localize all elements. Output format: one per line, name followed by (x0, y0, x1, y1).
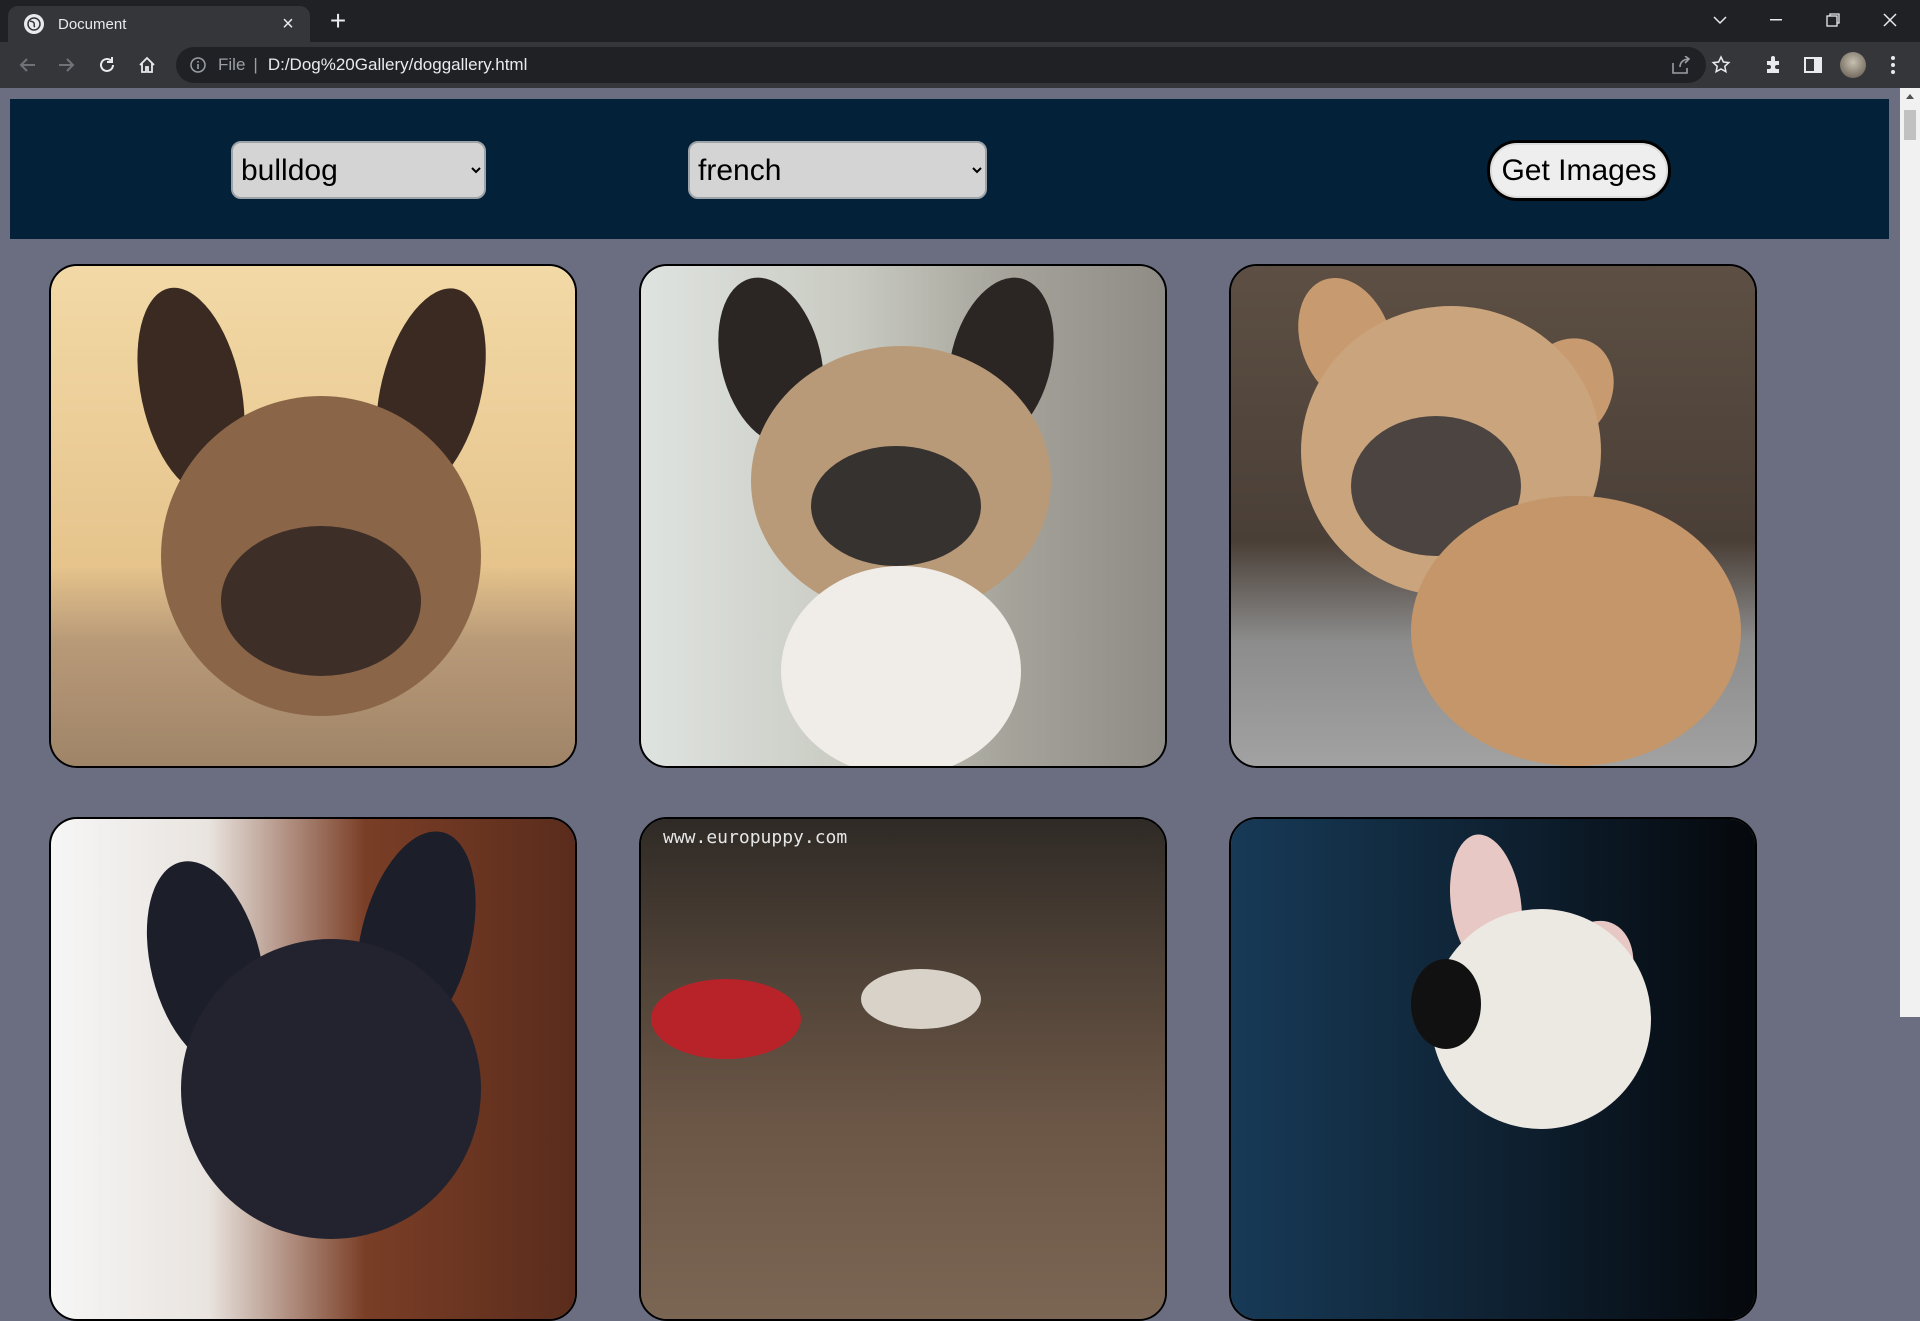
dog-image-card (49, 817, 577, 1321)
restore-icon[interactable] (1813, 0, 1853, 40)
breed-select[interactable]: bulldog (231, 141, 486, 199)
url-text[interactable]: D:/Dog%20Gallery/doggallery.html (268, 55, 528, 75)
home-icon[interactable] (133, 51, 161, 79)
subbreed-select[interactable]: french (688, 141, 987, 199)
dog-photo (641, 266, 1165, 766)
bookmark-star-icon[interactable] (1708, 52, 1734, 78)
dog-image-card (639, 264, 1167, 768)
profile-avatar-icon[interactable] (1840, 52, 1866, 78)
url-separator: | (253, 55, 258, 74)
forward-icon[interactable] (53, 51, 81, 79)
vertical-scrollbar[interactable] (1900, 88, 1920, 1017)
scrollbar-thumb[interactable] (1904, 110, 1916, 140)
extensions-icon[interactable] (1760, 52, 1786, 78)
dog-photo (1231, 819, 1755, 1319)
share-icon[interactable] (1668, 52, 1694, 78)
info-icon[interactable] (188, 55, 208, 75)
get-images-button[interactable]: Get Images (1487, 140, 1671, 201)
menu-kebab-icon[interactable] (1880, 52, 1906, 78)
photo-watermark: www.europuppy.com (663, 827, 848, 848)
dog-photo (1231, 266, 1755, 766)
browser-tab-strip: Document × + (0, 0, 1920, 42)
side-panel-icon[interactable] (1800, 52, 1826, 78)
browser-toolbar: File | D:/Dog%20Gallery/doggallery.html (0, 42, 1920, 88)
dog-photo: www.europuppy.com (641, 819, 1165, 1319)
dog-image-card (1229, 817, 1757, 1321)
address-bar[interactable]: File | D:/Dog%20Gallery/doggallery.html (176, 47, 1706, 83)
back-icon[interactable] (13, 51, 41, 79)
tab-search-icon[interactable] (1700, 0, 1740, 40)
close-window-icon[interactable] (1870, 0, 1910, 40)
globe-icon (24, 14, 44, 34)
dog-image-card (1229, 264, 1757, 768)
scroll-up-icon[interactable] (1900, 88, 1920, 104)
new-tab-button[interactable]: + (324, 7, 352, 36)
browser-tab[interactable]: Document × (8, 6, 310, 42)
dog-photo (51, 266, 575, 766)
reload-icon[interactable] (93, 51, 121, 79)
dog-image-card: www.europuppy.com (639, 817, 1167, 1321)
url-scheme: File (218, 55, 246, 74)
dog-image-card (49, 264, 577, 768)
close-tab-icon[interactable]: × (276, 12, 300, 36)
tab-title: Document (58, 15, 127, 33)
minimize-icon[interactable] (1756, 0, 1796, 40)
dog-photo (51, 819, 575, 1319)
